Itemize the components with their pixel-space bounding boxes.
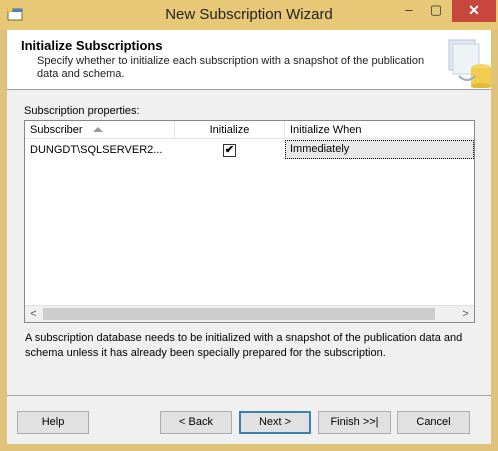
initialization-note: A subscription database needs to be init… <box>25 332 463 359</box>
scroll-right-icon[interactable]: > <box>457 306 474 323</box>
column-header-subscriber-label: Subscriber <box>30 124 83 136</box>
database-wizard-icon <box>448 39 491 88</box>
subscriber-cell[interactable]: DUNGDT\SQLSERVER2... <box>25 140 175 160</box>
initialize-checkbox[interactable]: ✔ <box>223 144 236 157</box>
sort-ascending-icon <box>93 127 103 132</box>
initialize-cell: ✔ <box>175 140 285 160</box>
next-button[interactable]: Next > <box>239 411 311 434</box>
finish-button[interactable]: Finish >>| <box>318 411 391 434</box>
column-header-subscriber[interactable]: Subscriber <box>25 121 175 139</box>
subscription-grid: Subscriber Initialize Initialize When DU… <box>24 120 475 323</box>
subscription-properties-label: Subscription properties: <box>24 105 140 117</box>
back-button[interactable]: < Back <box>160 411 232 434</box>
help-button[interactable]: Help <box>17 411 89 434</box>
close-button[interactable]: ✕ <box>452 0 496 22</box>
scroll-left-icon[interactable]: < <box>25 306 42 323</box>
scrollbar-thumb[interactable] <box>43 308 435 320</box>
minimize-button[interactable]: – <box>395 0 423 22</box>
table-row[interactable]: DUNGDT\SQLSERVER2... ✔ Immediately <box>25 140 474 160</box>
page-title: Initialize Subscriptions <box>21 38 163 53</box>
cancel-button[interactable]: Cancel <box>397 411 470 434</box>
footer-divider <box>7 395 491 396</box>
horizontal-scrollbar[interactable]: < > <box>25 305 474 322</box>
initialize-when-dropdown[interactable]: Immediately <box>285 140 474 159</box>
wizard-client-area: Initialize Subscriptions Specify whether… <box>7 30 491 444</box>
page-description: Specify whether to initialize each subsc… <box>37 55 425 80</box>
wizard-header: Initialize Subscriptions Specify whether… <box>7 30 491 90</box>
column-header-initialize-when[interactable]: Initialize When <box>285 121 474 139</box>
title-bar[interactable]: New Subscription Wizard – ▢ ✕ <box>0 0 498 30</box>
column-header-initialize[interactable]: Initialize <box>175 121 285 139</box>
maximize-button[interactable]: ▢ <box>422 0 450 22</box>
wizard-window: New Subscription Wizard – ▢ ✕ Initialize… <box>0 0 498 451</box>
